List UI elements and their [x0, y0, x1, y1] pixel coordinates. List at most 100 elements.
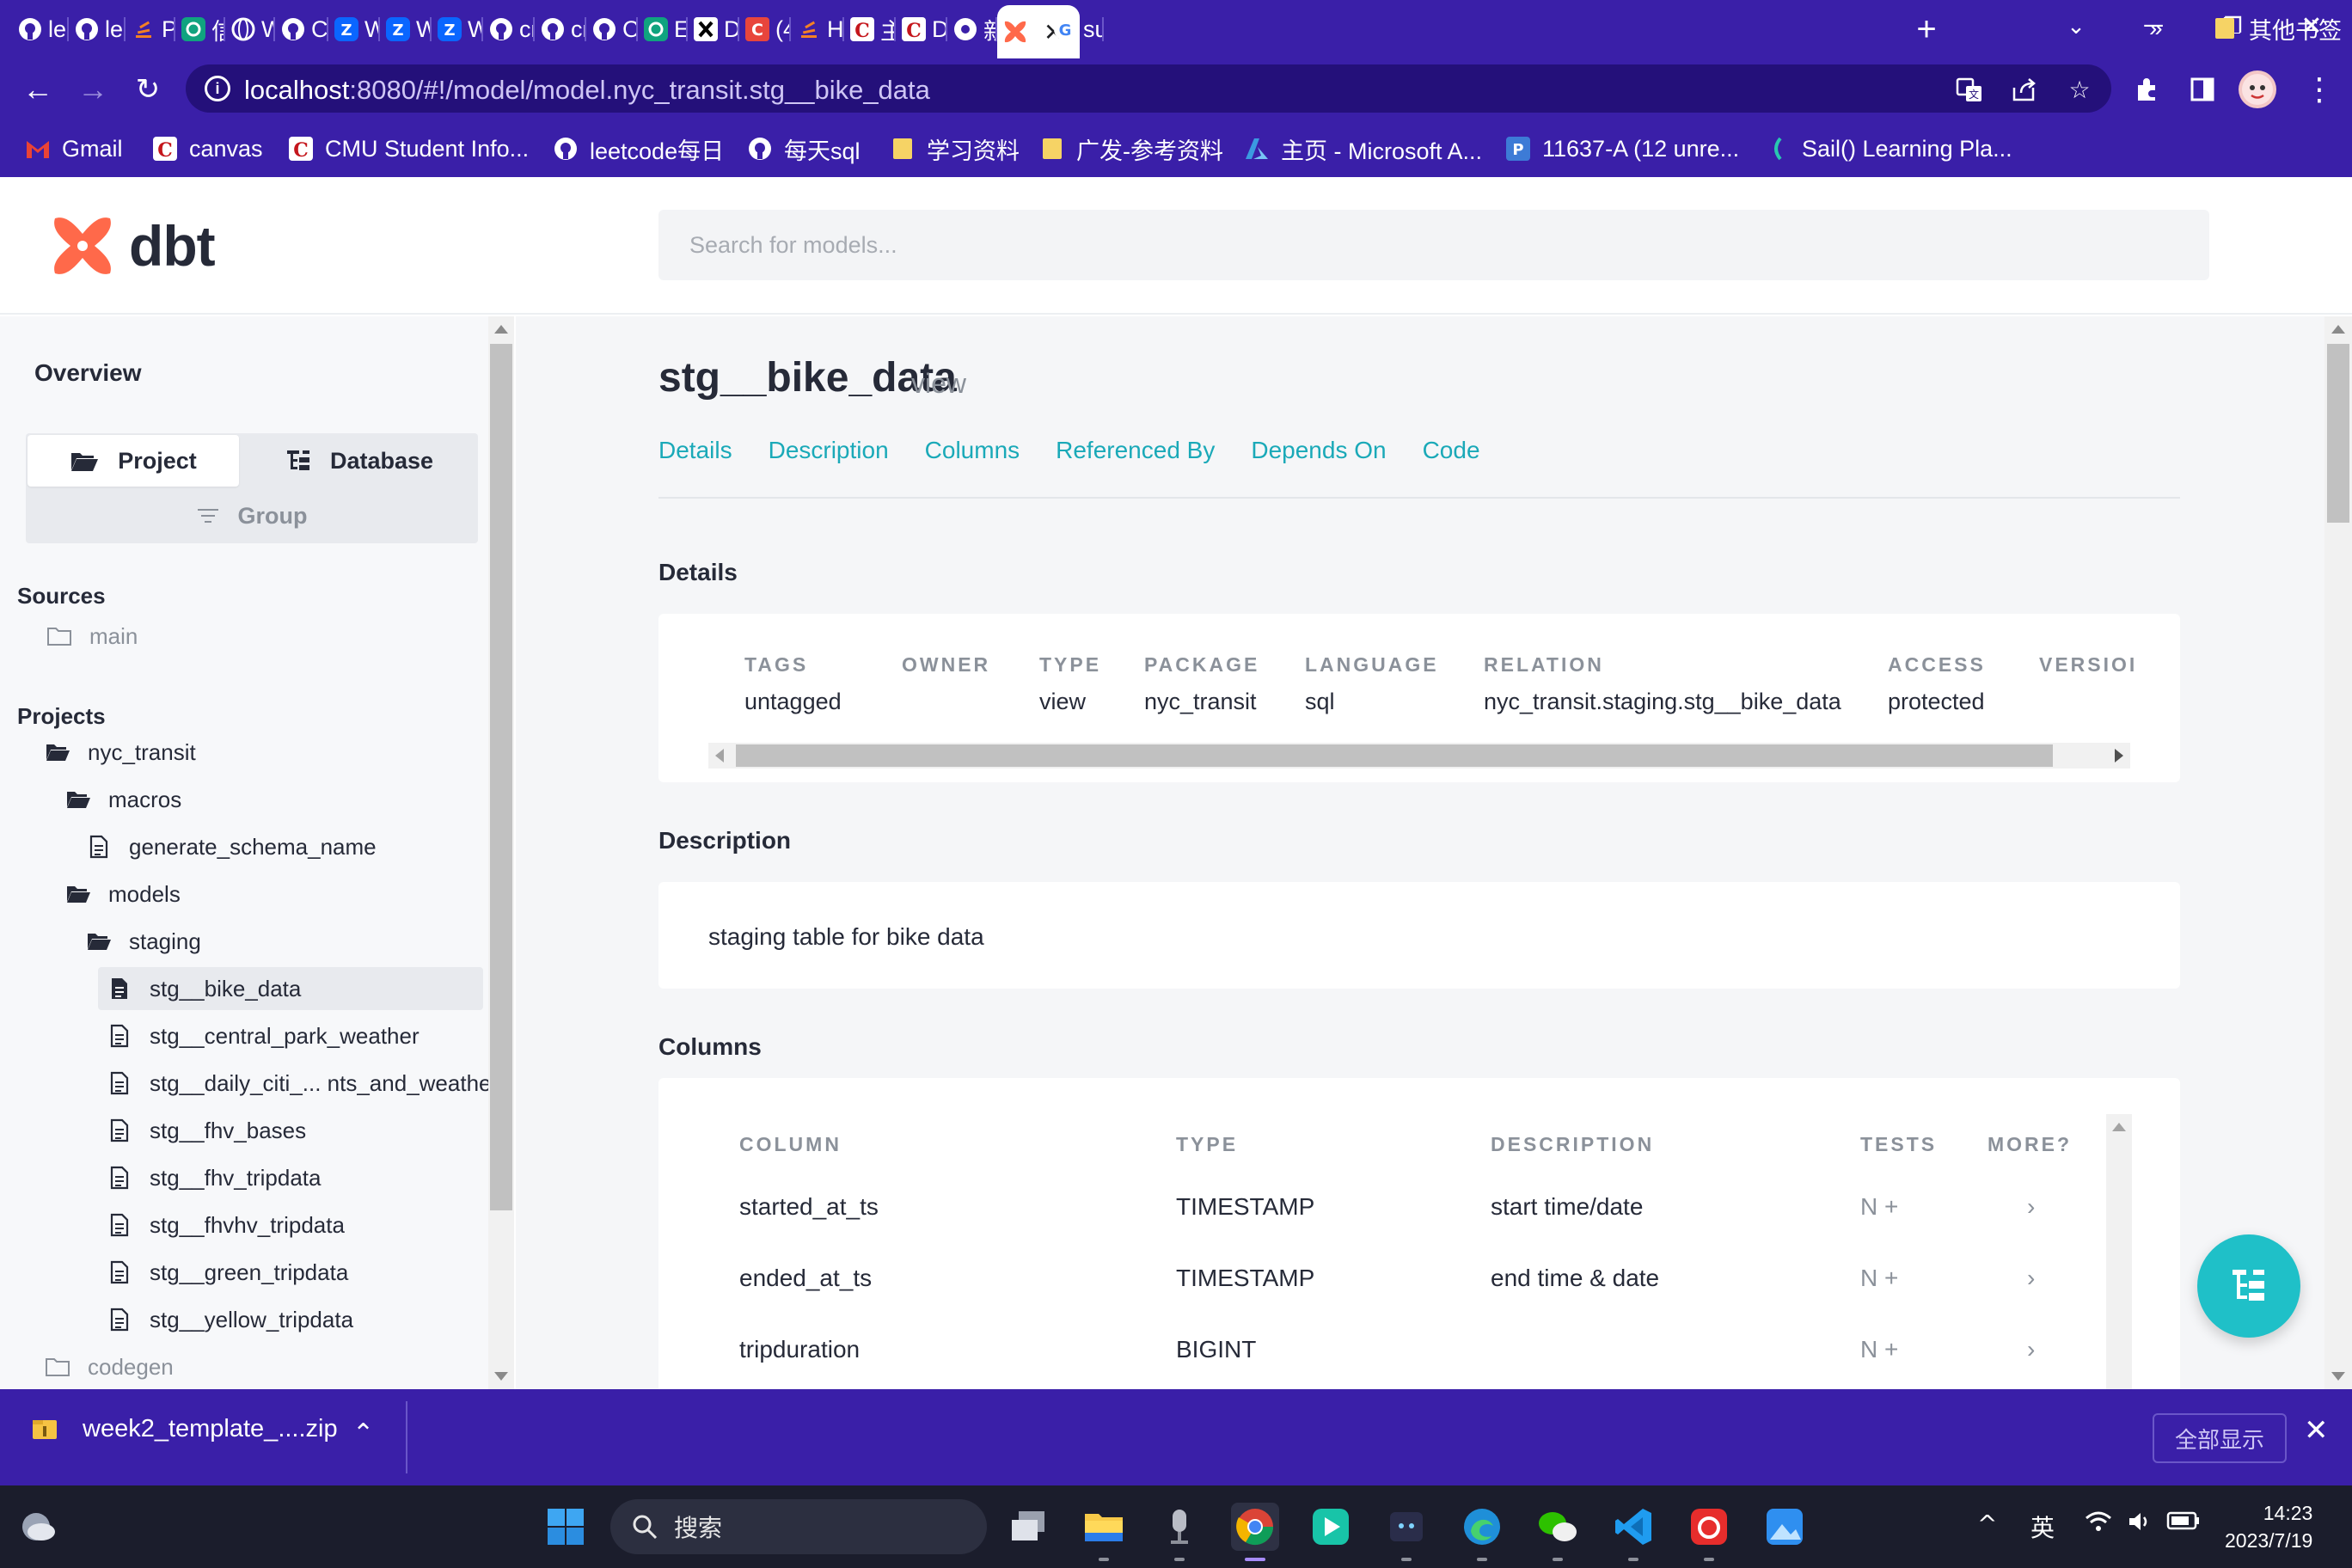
bookmark-star-icon[interactable]: ☆ — [2065, 75, 2094, 104]
translate-icon[interactable]: 文 — [1955, 75, 1984, 104]
chrome-taskbar-icon[interactable] — [1231, 1503, 1279, 1561]
browser-tab[interactable]: C主 — [844, 7, 896, 52]
tab-referenced-by[interactable]: Referenced By — [1056, 437, 1215, 464]
browser-tab[interactable]: Gsu — [1047, 7, 1104, 52]
tree-model-file[interactable]: generate_schema_name — [86, 825, 377, 868]
tree-model-file[interactable]: stg__fhv_tripdata — [107, 1156, 321, 1199]
bookmark-item[interactable]: P 11637-A (12 unre... — [1504, 132, 1739, 165]
bookmark-item[interactable]: 每天sql — [746, 132, 861, 165]
browser-tab[interactable]: Cc — [275, 7, 328, 52]
group-tab[interactable]: Group — [28, 490, 476, 542]
browser-tab[interactable]: ZW — [432, 7, 483, 52]
browser-tab[interactable]: Hc — [791, 7, 844, 52]
extensions-icon[interactable] — [2128, 70, 2166, 108]
start-button[interactable] — [542, 1503, 590, 1551]
scroll-left-arrow-icon[interactable] — [715, 749, 724, 763]
tab-details[interactable]: Details — [658, 437, 732, 464]
tab-description[interactable]: Description — [769, 437, 889, 464]
browser-tab[interactable]: le — [12, 7, 69, 52]
tree-folder[interactable]: codegen — [45, 1345, 174, 1388]
tab-depends-on[interactable]: Depends On — [1251, 437, 1386, 464]
browser-tab[interactable]: ZW — [328, 7, 380, 52]
details-horizontal-scrollbar[interactable] — [708, 743, 2130, 769]
scroll-down-arrow-icon[interactable] — [494, 1372, 508, 1381]
column-more[interactable]: › — [2027, 1336, 2035, 1363]
column-tests[interactable]: N + — [1860, 1265, 1898, 1292]
browser-tab[interactable]: Cl — [586, 7, 638, 52]
browser-tab[interactable]: C (4 — [739, 7, 791, 52]
other-bookmarks-folder[interactable]: 其他书签 — [2211, 12, 2342, 45]
dbt-logo[interactable]: dbt — [48, 211, 216, 280]
tab-code[interactable]: Code — [1423, 437, 1480, 464]
input-method-indicator[interactable]: 英 — [2030, 1510, 2055, 1544]
tree-folder[interactable]: nyc_transit — [45, 731, 196, 774]
microphone-app-icon[interactable] — [1155, 1503, 1204, 1561]
taskbar-search[interactable]: 搜索 — [610, 1499, 987, 1554]
source-item[interactable]: main — [46, 615, 138, 658]
media-player-icon[interactable] — [1307, 1503, 1355, 1551]
bookmark-item[interactable]: Ccanvas — [151, 132, 263, 165]
netease-music-icon[interactable] — [1685, 1503, 1733, 1561]
browser-tab[interactable]: le — [69, 7, 126, 52]
bookmark-item[interactable]: leetcode每日 — [552, 132, 724, 165]
scroll-down-arrow-icon[interactable] — [2331, 1372, 2345, 1381]
main-scrollbar[interactable] — [2324, 316, 2352, 1389]
tree-model-file[interactable]: stg__yellow_tripdata — [107, 1298, 353, 1341]
tree-model-file[interactable]: stg__green_tripdata — [107, 1251, 348, 1294]
vscode-icon[interactable] — [1609, 1503, 1657, 1561]
side-panel-icon[interactable] — [2184, 70, 2221, 108]
browser-tab[interactable]: En — [638, 7, 688, 52]
back-button[interactable]: ← — [19, 70, 57, 108]
tree-model-file[interactable]: stg__central_park_weather — [107, 1014, 420, 1057]
battery-icon[interactable] — [2166, 1510, 2201, 1538]
tree-folder[interactable]: models — [65, 873, 181, 916]
show-all-downloads-button[interactable]: 全部显示 — [2153, 1413, 2287, 1463]
wifi-icon[interactable] — [2084, 1510, 2113, 1540]
download-options-chevron-icon[interactable]: ⌃ — [352, 1418, 374, 1449]
browser-tab[interactable]: Pa — [126, 7, 175, 52]
weather-widget-icon[interactable] — [14, 1503, 62, 1551]
scroll-up-arrow-icon[interactable] — [2331, 325, 2345, 334]
database-tab[interactable]: Database — [242, 435, 476, 487]
column-tests[interactable]: N + — [1860, 1336, 1898, 1363]
edge-browser-icon[interactable] — [1458, 1503, 1506, 1561]
scroll-up-arrow-icon[interactable] — [494, 325, 508, 334]
project-tab[interactable]: Project — [28, 435, 239, 487]
task-view-icon[interactable] — [1004, 1503, 1052, 1551]
file-explorer-icon[interactable] — [1080, 1503, 1128, 1561]
terminal-app-icon[interactable] — [1382, 1503, 1430, 1561]
browser-tab[interactable]: ZW — [380, 7, 432, 52]
browser-tab[interactable]: cn — [483, 7, 535, 52]
bookmarks-overflow-button[interactable]: » — [2149, 12, 2163, 45]
forward-button[interactable]: → — [74, 70, 112, 108]
scroll-right-arrow-icon[interactable] — [2115, 749, 2123, 763]
scrollbar-thumb[interactable] — [490, 344, 512, 1210]
tree-model-file[interactable]: stg__daily_citi_... nts_and_weather — [107, 1062, 488, 1105]
new-tab-button[interactable]: + — [1888, 3, 1965, 55]
tree-model-file[interactable]: stg__fhv_bases — [107, 1109, 306, 1152]
bookmark-item[interactable]: Sail() Learning Pla... — [1764, 132, 2012, 165]
bookmark-item[interactable]: C CMU Student Info... — [287, 132, 529, 165]
browser-tab[interactable]: CDa — [896, 7, 947, 52]
horizontal-scroll-thumb[interactable] — [736, 744, 2053, 767]
share-icon[interactable] — [2010, 75, 2039, 104]
download-item[interactable]: week2_template_....zip — [31, 1415, 338, 1443]
reload-button[interactable]: ↻ — [129, 70, 167, 108]
tab-search-chevron-icon[interactable]: ⌄ — [2037, 0, 2115, 52]
chrome-menu-icon[interactable]: ⋮ — [2300, 70, 2338, 108]
bookmark-item[interactable]: 广发-参考资料 — [1038, 132, 1223, 165]
browser-tab[interactable]: De — [688, 7, 739, 52]
model-search-input[interactable] — [658, 210, 2209, 280]
tray-overflow-icon[interactable]: ^ — [1977, 1510, 1997, 1538]
tree-model-file[interactable]: stg__fhvhv_tripdata — [107, 1204, 345, 1246]
column-more[interactable]: › — [2027, 1193, 2035, 1221]
scrollbar-thumb[interactable] — [2327, 344, 2349, 523]
profile-avatar[interactable] — [2239, 70, 2276, 108]
columns-scrollbar[interactable] — [2106, 1114, 2132, 1389]
browser-tab[interactable]: cn — [535, 7, 586, 52]
site-info-icon[interactable]: i — [205, 76, 230, 101]
tab-columns[interactable]: Columns — [925, 437, 1020, 464]
volume-icon[interactable] — [2127, 1510, 2153, 1540]
photos-app-icon[interactable] — [1761, 1503, 1809, 1551]
browser-tab[interactable]: 新 — [947, 7, 997, 52]
